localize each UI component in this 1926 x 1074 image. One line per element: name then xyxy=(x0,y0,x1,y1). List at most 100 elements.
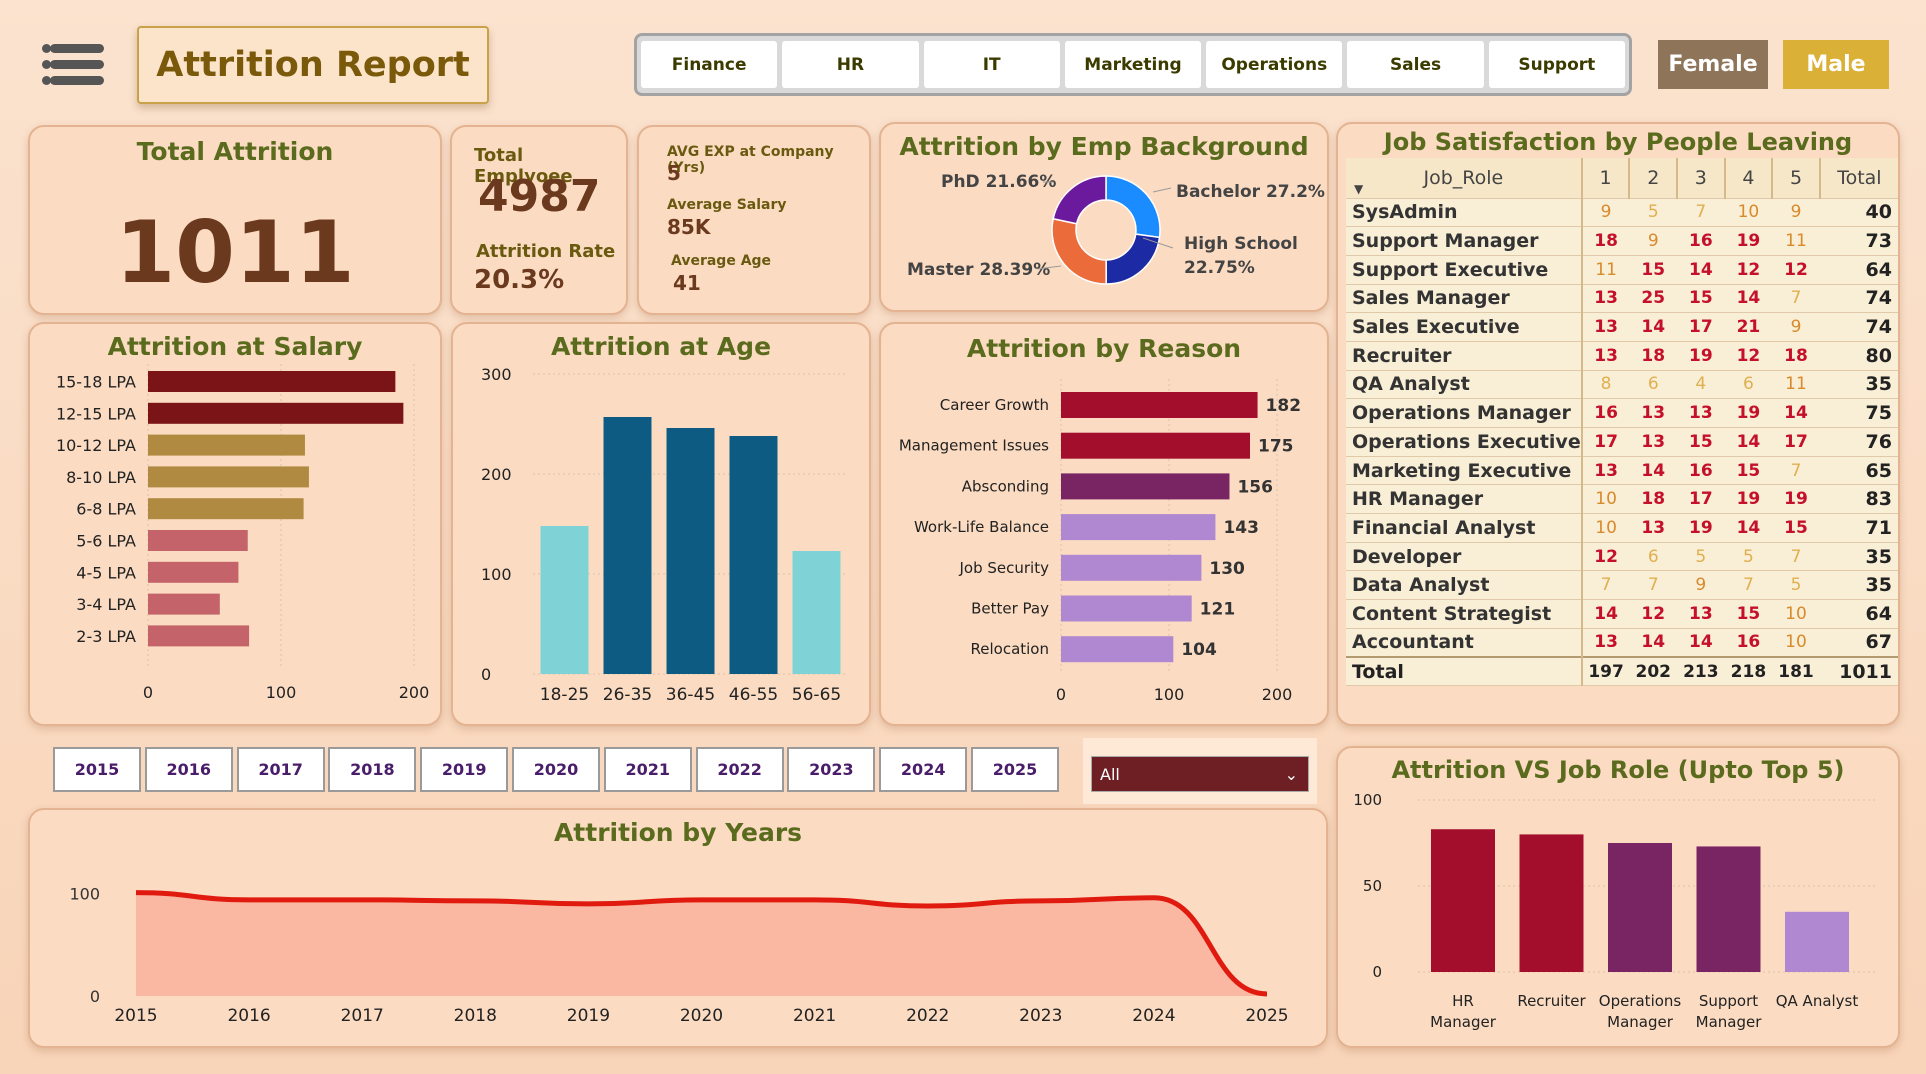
table-row[interactable]: Data Analyst 7 7 9 7 5 35 xyxy=(1346,570,1898,601)
year-button[interactable]: 2020 xyxy=(512,747,600,792)
x-tick-label: 36-45 xyxy=(666,685,715,705)
salary-bar[interactable] xyxy=(148,561,239,583)
year-button[interactable]: 2022 xyxy=(695,747,784,792)
salary-bar[interactable] xyxy=(148,371,396,392)
reason-bar[interactable] xyxy=(1061,392,1258,418)
reason-bar[interactable] xyxy=(1061,636,1174,663)
column-header[interactable]: 2 xyxy=(1629,158,1679,199)
column-header[interactable]: 4 xyxy=(1724,158,1774,199)
salary-bar[interactable] xyxy=(148,530,248,551)
year-button[interactable]: 2016 xyxy=(144,747,233,792)
jobrole-bar[interactable] xyxy=(1431,829,1495,972)
jobrole-bar[interactable] xyxy=(1519,834,1584,972)
salary-bar[interactable] xyxy=(148,593,220,615)
donut-slice[interactable] xyxy=(1105,175,1161,239)
department-button[interactable]: Marketing xyxy=(1064,41,1202,88)
salary-bar[interactable] xyxy=(148,402,404,424)
age-bar[interactable] xyxy=(666,428,715,674)
donut-slice[interactable] xyxy=(1052,175,1107,225)
rating-cell: 14 xyxy=(1724,427,1773,457)
column-header[interactable]: 5 xyxy=(1772,158,1821,199)
reason-bar[interactable] xyxy=(1061,514,1216,541)
department-button[interactable]: Operations xyxy=(1206,41,1343,88)
rating-cell: 14 xyxy=(1629,312,1678,342)
year-button[interactable]: 2021 xyxy=(603,747,692,792)
year-button[interactable]: 2019 xyxy=(420,747,509,792)
female-button[interactable]: Female xyxy=(1658,40,1768,89)
department-button[interactable]: Support xyxy=(1488,41,1625,88)
table-row[interactable]: Developer 12 6 5 5 7 35 xyxy=(1346,542,1898,572)
table-row[interactable]: Accountant 13 14 14 16 10 67 xyxy=(1346,628,1898,658)
table-row[interactable]: Content Strategist 14 12 13 15 10 64 xyxy=(1346,599,1898,629)
filter-dropdown[interactable]: All ⌄ xyxy=(1091,756,1309,792)
donut-slice[interactable] xyxy=(1051,217,1107,285)
table-row[interactable]: Sales Executive 13 14 17 21 9 74 xyxy=(1346,312,1898,342)
menu-icon[interactable] xyxy=(42,38,104,88)
reason-bar[interactable] xyxy=(1061,595,1192,622)
table-row[interactable]: HR Manager 10 18 17 19 19 83 xyxy=(1346,484,1898,515)
data-label: 104 xyxy=(1181,640,1217,660)
reason-bar[interactable] xyxy=(1061,432,1250,459)
rating-cell: 16 xyxy=(1677,456,1725,486)
table-row[interactable]: Sales Manager 13 25 15 14 7 74 xyxy=(1346,284,1898,314)
rating-cell: 14 xyxy=(1677,628,1725,658)
jobrole-bar[interactable] xyxy=(1608,843,1672,972)
jobrole-bar[interactable] xyxy=(1785,911,1849,972)
table-row[interactable]: SysAdmin 9 5 7 10 9 40 xyxy=(1346,198,1898,228)
row-total-cell: 74 xyxy=(1819,284,1898,314)
table-row[interactable]: Marketing Executive 13 14 16 15 7 65 xyxy=(1346,456,1898,486)
table-row[interactable]: Operations Executive 17 13 15 14 17 76 xyxy=(1346,427,1898,457)
column-header[interactable]: Job_Role ▼ xyxy=(1346,158,1583,199)
age-bar[interactable] xyxy=(603,417,652,674)
table-row[interactable]: Financial Analyst 10 13 19 14 15 71 xyxy=(1346,513,1898,543)
y-tick-label: 0 xyxy=(90,987,100,1006)
column-header[interactable]: Total xyxy=(1819,158,1898,199)
sort-down-icon[interactable]: ▼ xyxy=(1354,182,1363,196)
department-button[interactable]: Sales xyxy=(1347,41,1484,88)
row-total-cell: 83 xyxy=(1819,484,1898,515)
age-bar[interactable] xyxy=(792,551,841,674)
table-row[interactable]: Support Executive 11 15 14 12 12 64 xyxy=(1346,255,1898,285)
year-button[interactable]: 2017 xyxy=(236,747,325,792)
department-button[interactable]: Finance xyxy=(641,41,778,88)
column-header[interactable]: 3 xyxy=(1677,158,1726,199)
rating-cell: 13 xyxy=(1581,628,1630,658)
table-row[interactable]: Support Manager 18 9 16 19 11 73 xyxy=(1346,226,1898,256)
year-button[interactable]: 2015 xyxy=(53,747,141,792)
salary-bar[interactable] xyxy=(148,625,250,647)
department-button[interactable]: IT xyxy=(923,41,1060,88)
years-chart: 100 0 2015 2016 2017 2018 2019 2020 2021 2022 2023… xyxy=(69,885,1288,1026)
row-total-cell: 35 xyxy=(1819,542,1898,572)
job-role-cell: Support Executive xyxy=(1346,255,1583,285)
column-header[interactable]: 1 xyxy=(1581,158,1631,199)
rating-cell: 13 xyxy=(1581,312,1630,342)
age-card: Attrition at Age 300 200 100 0 18-25 26-35 36-… xyxy=(451,322,871,726)
age-bar[interactable] xyxy=(540,526,589,674)
rating-cell: 7 xyxy=(1581,570,1630,601)
jobrole-bar[interactable] xyxy=(1696,846,1761,972)
table-row[interactable]: Recruiter 13 18 19 12 18 80 xyxy=(1346,341,1898,371)
year-button[interactable]: 2025 xyxy=(971,747,1059,792)
year-button[interactable]: 2018 xyxy=(328,747,417,792)
salary-bar[interactable] xyxy=(148,434,305,456)
category-label: 3-4 LPA xyxy=(76,595,136,614)
year-button[interactable]: 2024 xyxy=(879,747,968,792)
category-label: 2-3 LPA xyxy=(76,627,136,646)
salary-bar[interactable] xyxy=(148,466,309,488)
table-row[interactable]: Operations Manager 16 13 13 19 14 75 xyxy=(1346,398,1898,428)
department-button[interactable]: HR xyxy=(782,41,919,88)
rating-cell: 14 xyxy=(1581,599,1630,629)
donut-label-highschool-pct: 22.75% xyxy=(1184,258,1255,278)
rating-cell: 15 xyxy=(1677,427,1725,457)
reason-bar[interactable] xyxy=(1061,554,1202,581)
reason-bar[interactable] xyxy=(1061,473,1230,500)
male-button[interactable]: Male xyxy=(1783,40,1889,89)
salary-bar[interactable] xyxy=(148,498,304,520)
table-row[interactable]: QA Analyst 8 6 4 6 11 35 xyxy=(1346,370,1898,400)
job-role-cell: Operations Manager xyxy=(1346,398,1583,428)
job-role-cell: Support Manager xyxy=(1346,226,1583,256)
donut-slice[interactable] xyxy=(1105,233,1161,285)
age-bar[interactable] xyxy=(729,436,778,674)
year-button[interactable]: 2023 xyxy=(787,747,876,792)
data-label: 143 xyxy=(1223,518,1259,538)
